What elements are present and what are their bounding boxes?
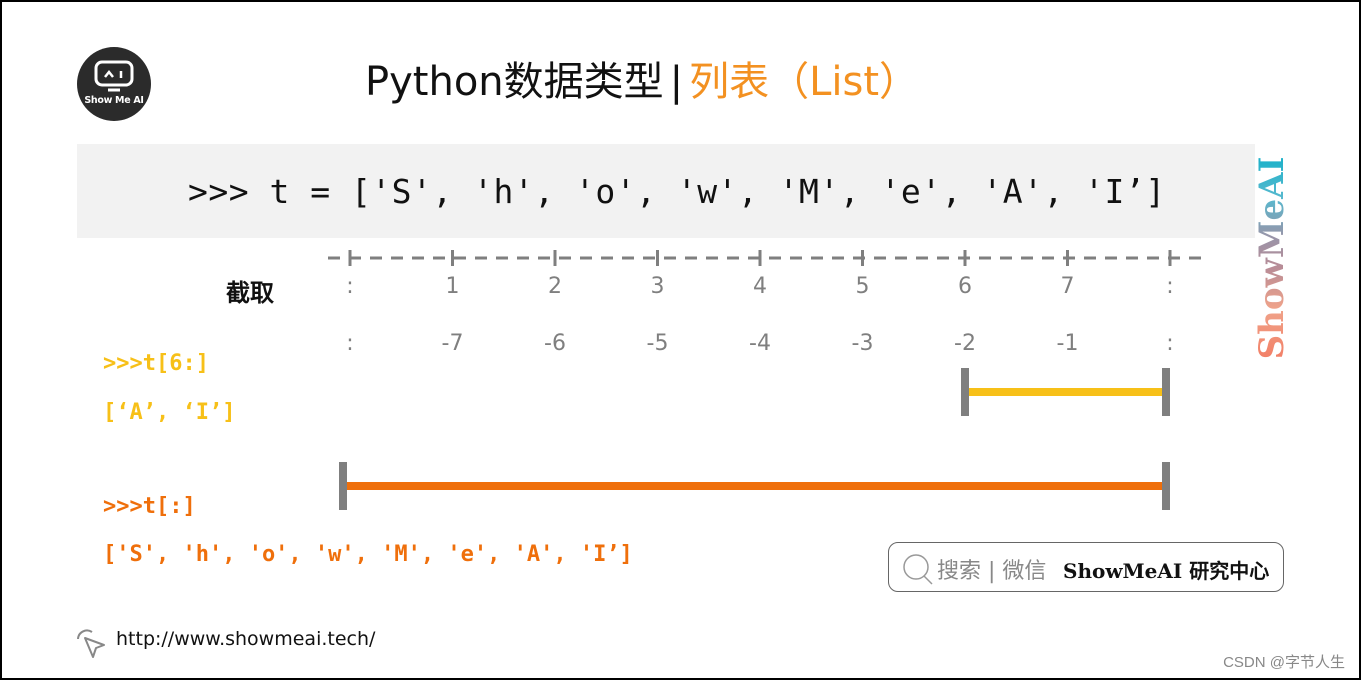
slice-range-cap xyxy=(1162,368,1170,416)
negative-index-label: : xyxy=(1166,331,1174,356)
positive-index-label: 6 xyxy=(958,274,972,299)
slice-range-cap xyxy=(1162,462,1170,510)
negative-index-label: -5 xyxy=(646,331,669,356)
csdn-credit: CSDN @字节人生 xyxy=(1223,654,1345,671)
positive-index-label: 5 xyxy=(855,274,870,299)
positive-index-label: 4 xyxy=(753,274,767,299)
positive-index-label: 7 xyxy=(1060,274,1075,299)
negative-index-label: -4 xyxy=(749,331,771,356)
negative-index-label: -1 xyxy=(1056,331,1079,356)
slice-range-cap xyxy=(961,368,969,416)
website-link[interactable]: http://www.showmeai.tech/ xyxy=(116,628,375,650)
negative-index-label: -6 xyxy=(544,331,566,356)
cursor-click-icon xyxy=(77,629,105,658)
positive-index-label: 3 xyxy=(650,274,665,299)
example-2-command: >>>t[:] xyxy=(103,494,196,519)
search-brand: ShowMeAI 研究中心 xyxy=(1063,559,1270,583)
positive-index-label: 2 xyxy=(548,274,562,299)
negative-index-label: : xyxy=(346,331,354,356)
positive-index-label: : xyxy=(1166,274,1174,299)
slice-range-cap xyxy=(339,462,347,510)
negative-index-label: -3 xyxy=(851,331,874,356)
negative-index-label: -7 xyxy=(441,331,464,356)
positive-index-label: : xyxy=(346,274,354,299)
negative-index-label: -2 xyxy=(954,331,976,356)
example-1-result: [‘A’, ‘I’] xyxy=(103,400,236,425)
search-icon xyxy=(903,554,933,585)
example-1-command: >>>t[6:] xyxy=(103,351,209,376)
search-label: 搜索 | 微信 xyxy=(937,559,1047,584)
positive-index-label: 1 xyxy=(445,274,460,299)
example-2-result: ['S', 'h', 'o', 'w', 'M', 'e', 'A', 'I’] xyxy=(103,542,633,567)
wechat-search-box: 搜索 | 微信 ShowMeAI 研究中心 xyxy=(888,542,1284,592)
